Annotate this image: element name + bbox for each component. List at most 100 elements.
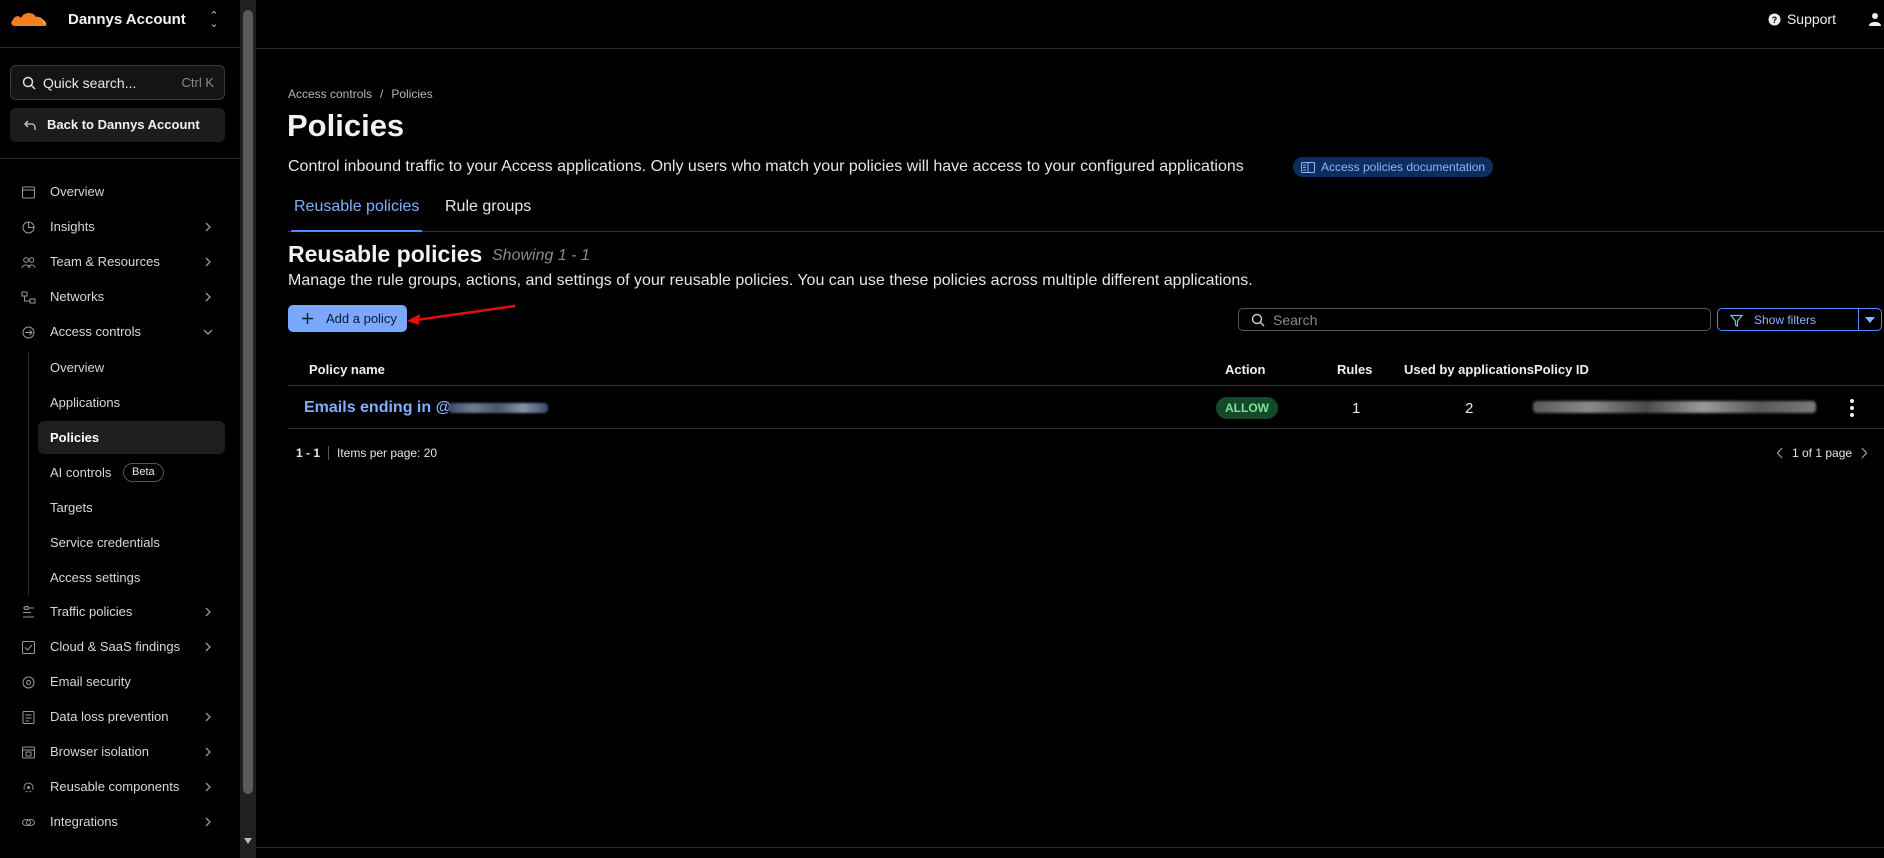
tab-rule-groups[interactable]: Rule groups	[445, 198, 531, 232]
items-per-page[interactable]: Items per page: 20	[337, 446, 437, 460]
column-header-used-by-applications[interactable]: Used by applications	[1404, 362, 1534, 377]
page-title: Policies	[287, 108, 405, 143]
sidebar-subitem-label: Targets	[50, 500, 93, 515]
sidebar-item-email-security[interactable]: Email security	[0, 666, 225, 698]
reusable-components-icon	[23, 782, 34, 793]
breadcrumb-access-controls[interactable]: Access controls	[288, 87, 372, 101]
overview-icon	[22, 186, 35, 199]
sidebar-subitem-label: Applications	[50, 395, 121, 410]
back-to-account-button[interactable]: Back to Dannys Account	[10, 108, 225, 142]
sidebar-item-cloud-saas-findings[interactable]: Cloud & SaaS findings	[0, 631, 225, 663]
sidebar-item-networks[interactable]: Networks	[0, 281, 225, 313]
breadcrumb-policies: Policies	[391, 87, 433, 101]
add-policy-label: Add a policy	[326, 311, 397, 326]
sidebar-item-label: Reusable components	[50, 779, 180, 794]
traffic-policies-icon	[23, 606, 34, 618]
footer-divider	[256, 847, 1884, 848]
sidebar-item-team-resources[interactable]: Team & Resources	[0, 246, 225, 278]
tab-reusable-policies[interactable]: Reusable policies	[291, 198, 423, 232]
page-info: 1 of 1 page	[1792, 446, 1853, 460]
chevron-right-icon	[205, 817, 211, 827]
column-header-policy-id[interactable]: Policy ID	[1534, 362, 1589, 377]
show-filters-button[interactable]: Show filters	[1717, 308, 1859, 331]
column-header-action[interactable]: Action	[1225, 362, 1265, 377]
breadcrumb-separator: /	[380, 87, 384, 101]
column-header-policy-name[interactable]: Policy name	[309, 362, 385, 377]
search-icon	[1251, 313, 1265, 327]
column-header-rules[interactable]: Rules	[1337, 362, 1372, 377]
account-switch-icon[interactable]: ⌃ ⌄	[208, 11, 220, 30]
sidebar-subitem-label: Overview	[50, 360, 105, 375]
sidebar-item-label: Access controls	[50, 324, 142, 339]
filters-dropdown-button[interactable]	[1858, 308, 1882, 331]
filter-icon	[1730, 314, 1743, 327]
sidebar-item-reusable-components[interactable]: Reusable components	[0, 771, 225, 803]
back-arrow-icon	[24, 120, 36, 130]
sidebar-item-insights[interactable]: Insights	[0, 211, 225, 243]
scrollbar-thumb[interactable]	[243, 10, 253, 794]
sidebar-item-browser-isolation[interactable]: Browser isolation	[0, 736, 225, 768]
sidebar-item-integrations[interactable]: Integrations	[0, 806, 225, 838]
sidebar-item-overview[interactable]: Overview	[0, 176, 225, 208]
section-title: Reusable policies	[288, 241, 483, 267]
sidebar-subitem-service-credentials[interactable]: Service credentials	[38, 526, 225, 559]
sidebar-subitem-access-settings[interactable]: Access settings	[38, 561, 225, 594]
sidebar-subitem-label: AI controls	[50, 465, 112, 480]
support-button[interactable]: ? Support	[1768, 11, 1836, 27]
sidebar-subitem-overview[interactable]: Overview	[38, 351, 225, 384]
add-policy-button[interactable]: Add a policy	[288, 305, 407, 332]
sidebar-item-label: Cloud & SaaS findings	[50, 639, 181, 654]
chevron-right-icon	[205, 747, 211, 757]
previous-page-icon[interactable]	[1776, 447, 1784, 459]
sidebar-item-label: Insights	[50, 219, 95, 234]
sidebar-subitem-targets[interactable]: Targets	[38, 491, 225, 524]
access-policies-docs-link[interactable]: Access policies documentation	[1293, 157, 1494, 177]
chevron-right-icon	[205, 642, 211, 652]
search-input[interactable]	[1273, 311, 1693, 329]
section-description: Manage the rule groups, actions, and set…	[288, 272, 1253, 289]
sidebar-subitem-applications[interactable]: Applications	[38, 386, 225, 419]
support-label: Support	[1786, 11, 1836, 27]
docs-link-label: Access policies documentation	[1321, 160, 1486, 174]
main-content: Access controls / Policies Policies Cont…	[256, 50, 1884, 858]
user-icon[interactable]	[1868, 12, 1882, 26]
pagination-range: 1 - 1	[296, 446, 330, 460]
help-icon: ?	[1768, 13, 1781, 25]
sidebar-item-label: Team & Resources	[50, 254, 160, 269]
table-row[interactable]: Emails ending in @ ALLOW 1 2	[288, 387, 1884, 429]
sidebar-item-label: Data loss prevention	[50, 709, 169, 724]
account-name[interactable]: Dannys Account	[68, 11, 186, 28]
chevron-right-icon	[205, 257, 211, 267]
submenu-guide-line	[28, 352, 29, 596]
chevron-down-icon	[203, 329, 213, 335]
beta-badge: Beta	[123, 463, 164, 482]
annotation-arrow-icon	[407, 304, 516, 325]
sidebar-item-access-controls[interactable]: Access controls	[0, 316, 225, 348]
breadcrumb: Access controls / Policies	[288, 87, 433, 101]
email-security-icon	[22, 676, 35, 689]
quick-search-label: Quick search...	[43, 75, 137, 91]
scroll-down-arrow-icon[interactable]	[244, 838, 252, 844]
sidebar-item-traffic-policies[interactable]: Traffic policies	[0, 596, 225, 628]
sidebar-scrollbar[interactable]	[240, 0, 256, 858]
search-icon	[22, 76, 36, 90]
sidebar-subitem-ai-controls[interactable]: AI controls Beta	[38, 456, 225, 489]
data-loss-prevention-icon	[22, 711, 35, 724]
search-box[interactable]	[1238, 308, 1711, 331]
table-header-row: Policy name Action Rules Used by applica…	[288, 350, 1884, 386]
sidebar-item-label: Overview	[50, 184, 105, 199]
sidebar-subitem-policies[interactable]: Policies	[38, 421, 225, 454]
top-bar: ? Support	[256, 0, 1884, 49]
policy-name-link[interactable]: Emails ending in @	[304, 399, 451, 417]
next-page-icon[interactable]	[1860, 447, 1868, 459]
browser-isolation-icon	[22, 746, 35, 759]
more-options-icon[interactable]	[1849, 398, 1855, 418]
tabs: Reusable policies Rule groups	[288, 196, 1884, 232]
sidebar-item-label: Networks	[50, 289, 105, 304]
sidebar-item-data-loss-prevention[interactable]: Data loss prevention	[0, 701, 225, 733]
pagination-controls: 1 of 1 page	[1776, 446, 1868, 460]
showing-count: Showing 1 - 1	[492, 247, 590, 264]
plus-icon	[302, 313, 313, 324]
chevron-right-icon	[205, 712, 211, 722]
quick-search-button[interactable]: Quick search... Ctrl K	[10, 65, 225, 100]
